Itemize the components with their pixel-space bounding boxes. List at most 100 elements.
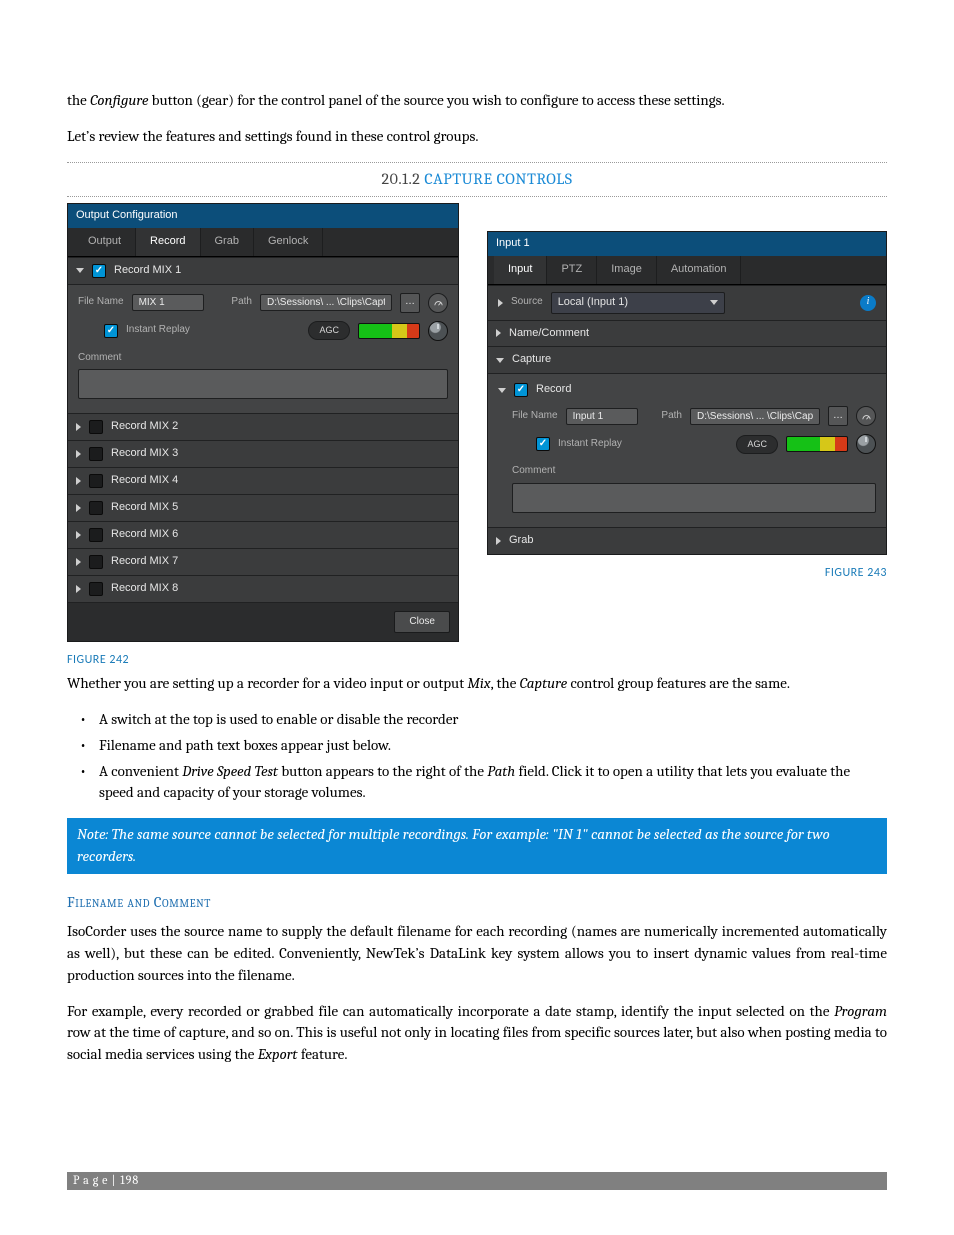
mix1-enable-checkbox[interactable] [92, 264, 106, 278]
tab-image[interactable]: Image [597, 256, 657, 284]
chevron-right-icon [76, 423, 81, 431]
comment-textarea[interactable] [512, 483, 876, 513]
panel-footer: Close [68, 602, 458, 642]
figure-242: Output Configuration Output Record Grab … [67, 203, 459, 670]
mix5-row[interactable]: Record MIX 5 [68, 494, 458, 521]
capture-body: Record File Name Path … Instant Replay [488, 373, 886, 526]
mix-enable-checkbox[interactable] [89, 555, 103, 569]
info-icon[interactable]: i [860, 295, 876, 311]
source-value: Local (Input 1) [558, 295, 628, 311]
drive-speed-test-button[interactable] [428, 293, 448, 313]
mix3-row[interactable]: Record MIX 3 [68, 440, 458, 467]
intro-paragraph-1: the Configure button (gear) for the cont… [67, 90, 887, 112]
t: button appears to the right of the [278, 762, 487, 780]
t: button (gear) for the control panel of t… [148, 91, 724, 109]
agc-pill[interactable]: AGC [308, 321, 350, 340]
gain-knob[interactable] [856, 434, 876, 454]
tab-output[interactable]: Output [74, 228, 136, 256]
path-input[interactable] [690, 408, 820, 425]
vu-meter [786, 436, 848, 452]
tab-ptz[interactable]: PTZ [547, 256, 597, 284]
mix-enable-checkbox[interactable] [89, 582, 103, 596]
intro-paragraph-2: Let’s review the features and settings f… [67, 126, 887, 148]
path-browse-button[interactable]: … [828, 406, 848, 426]
figure-243-caption: FIGURE 243 [487, 565, 887, 582]
mix-enable-checkbox[interactable] [89, 474, 103, 488]
chevron-right-icon [76, 504, 81, 512]
tab-automation[interactable]: Automation [657, 256, 742, 284]
body-paragraph-3: For example, every recorded or grabbed f… [67, 1001, 887, 1066]
mix-enable-checkbox[interactable] [89, 447, 103, 461]
chevron-right-icon [496, 537, 501, 545]
comment-label: Comment [512, 464, 876, 479]
body-paragraph-2: IsoCorder uses the source name to supply… [67, 921, 887, 986]
mix1-header-row[interactable]: Record MIX 1 [68, 257, 458, 284]
tab-record[interactable]: Record [136, 228, 200, 256]
list-item: A convenient Drive Speed Test button app… [93, 761, 887, 805]
chevron-right-icon [76, 450, 81, 458]
note-box: Note: The same source cannot be selected… [67, 818, 887, 874]
tab-input[interactable]: Input [494, 256, 547, 284]
instant-replay-label: Instant Replay [558, 437, 622, 452]
tab-grab[interactable]: Grab [201, 228, 254, 256]
mix7-row[interactable]: Record MIX 7 [68, 548, 458, 575]
speedometer-icon [861, 411, 872, 422]
t: row at the time of capture, and so on. T… [67, 1023, 887, 1063]
mix1-body: File Name Path … Instant Replay AGC [68, 284, 458, 414]
mix4-row[interactable]: Record MIX 4 [68, 467, 458, 494]
mix2-row[interactable]: Record MIX 2 [68, 413, 458, 440]
capture-row[interactable]: Capture [488, 346, 886, 373]
drive-speed-test-button[interactable] [856, 406, 876, 426]
comment-label: Comment [78, 351, 448, 366]
path-input[interactable] [260, 294, 392, 311]
file-name-label: File Name [78, 295, 124, 310]
chevron-right-icon [496, 329, 501, 337]
mix6-row[interactable]: Record MIX 6 [68, 521, 458, 548]
vu-meter [358, 323, 420, 339]
t: control group features are the same. [567, 674, 790, 692]
mix-enable-checkbox[interactable] [89, 528, 103, 542]
mix-label: Record MIX 4 [111, 473, 178, 489]
mix-label: Record MIX 8 [111, 581, 178, 597]
mix-enable-checkbox[interactable] [89, 501, 103, 515]
record-enable-checkbox[interactable] [514, 383, 528, 397]
mix-enable-checkbox[interactable] [89, 420, 103, 434]
footer-page-label: Page [73, 1172, 111, 1189]
bullet-list: A switch at the top is used to enable or… [93, 709, 887, 804]
figure-242-caption: FIGURE 242 [67, 652, 459, 669]
mix-label: Record MIX 3 [111, 446, 178, 462]
divider [67, 196, 887, 197]
source-row: Source Local (Input 1) i [488, 285, 886, 320]
panel-title: Input 1 [488, 232, 886, 256]
path-label: Path [231, 295, 252, 310]
chevron-down-icon [496, 358, 504, 363]
gain-knob[interactable] [428, 321, 448, 341]
agc-pill[interactable]: AGC [736, 435, 778, 454]
t: Capture [520, 674, 568, 692]
grab-row[interactable]: Grab [488, 527, 886, 554]
path-browse-button[interactable]: … [400, 293, 420, 313]
t: A convenient [99, 762, 182, 780]
panel-title: Output Configuration [68, 204, 458, 228]
chevron-right-icon [498, 299, 503, 307]
file-name-input[interactable] [566, 408, 638, 425]
file-name-input[interactable] [132, 294, 204, 311]
filename-comment-heading: Filename and Comment [67, 892, 887, 914]
section-number: 20.1.2 [382, 170, 425, 188]
source-label: Source [511, 295, 543, 310]
comment-textarea[interactable] [78, 369, 448, 399]
close-button[interactable]: Close [394, 611, 450, 634]
page-footer: Page | 198 [67, 1172, 887, 1190]
chevron-right-icon [76, 558, 81, 566]
t: Path [487, 762, 515, 780]
instant-replay-checkbox[interactable] [104, 324, 118, 338]
mix8-row[interactable]: Record MIX 8 [68, 575, 458, 602]
t: Whether you are setting up a recorder fo… [67, 674, 467, 692]
t: Program [834, 1002, 887, 1020]
divider [67, 162, 887, 163]
tab-genlock[interactable]: Genlock [254, 228, 323, 256]
source-select[interactable]: Local (Input 1) [551, 292, 725, 314]
name-comment-row[interactable]: Name/Comment [488, 320, 886, 347]
t: feature. [298, 1045, 348, 1063]
instant-replay-checkbox[interactable] [536, 437, 550, 451]
